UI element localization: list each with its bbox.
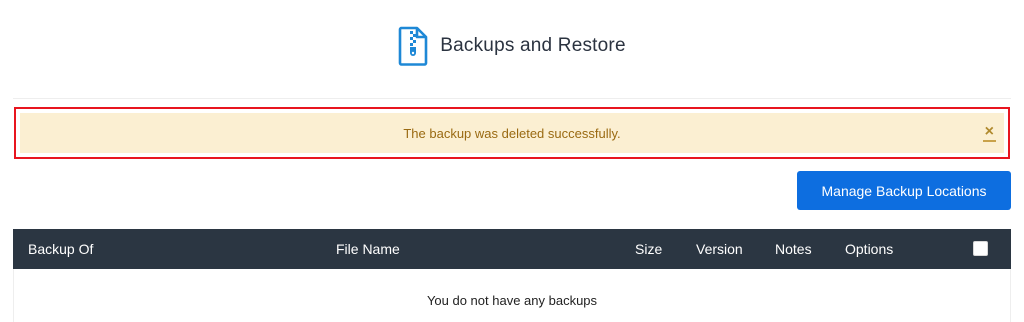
alert-highlight-frame: The backup was deleted successfully. × [14, 107, 1010, 159]
backups-page: Backups and Restore The backup was delet… [0, 0, 1024, 322]
table-header: Backup Of File Name Size Version Notes O… [13, 229, 1011, 269]
column-header-version: Version [696, 241, 743, 257]
empty-state-message: You do not have any backups [426, 293, 598, 308]
alert-message: The backup was deleted successfully. [403, 125, 621, 141]
close-icon[interactable]: × [982, 124, 996, 142]
page-header: Backups and Restore [0, 24, 1024, 68]
zip-file-icon [398, 26, 428, 66]
success-alert: The backup was deleted successfully. × [20, 113, 1004, 153]
column-header-notes: Notes [775, 241, 812, 257]
select-all-checkbox[interactable] [973, 241, 988, 256]
column-header-size: Size [635, 241, 663, 257]
column-header-options: Options [845, 241, 894, 257]
page-title: Backups and Restore [440, 35, 626, 56]
header-divider [13, 98, 1011, 99]
column-header-file-name: File Name [336, 241, 400, 257]
column-header-backup-of: Backup Of [28, 241, 94, 257]
table-body: You do not have any backups [13, 269, 1011, 322]
manage-backup-locations-button[interactable]: Manage Backup Locations [797, 171, 1011, 210]
